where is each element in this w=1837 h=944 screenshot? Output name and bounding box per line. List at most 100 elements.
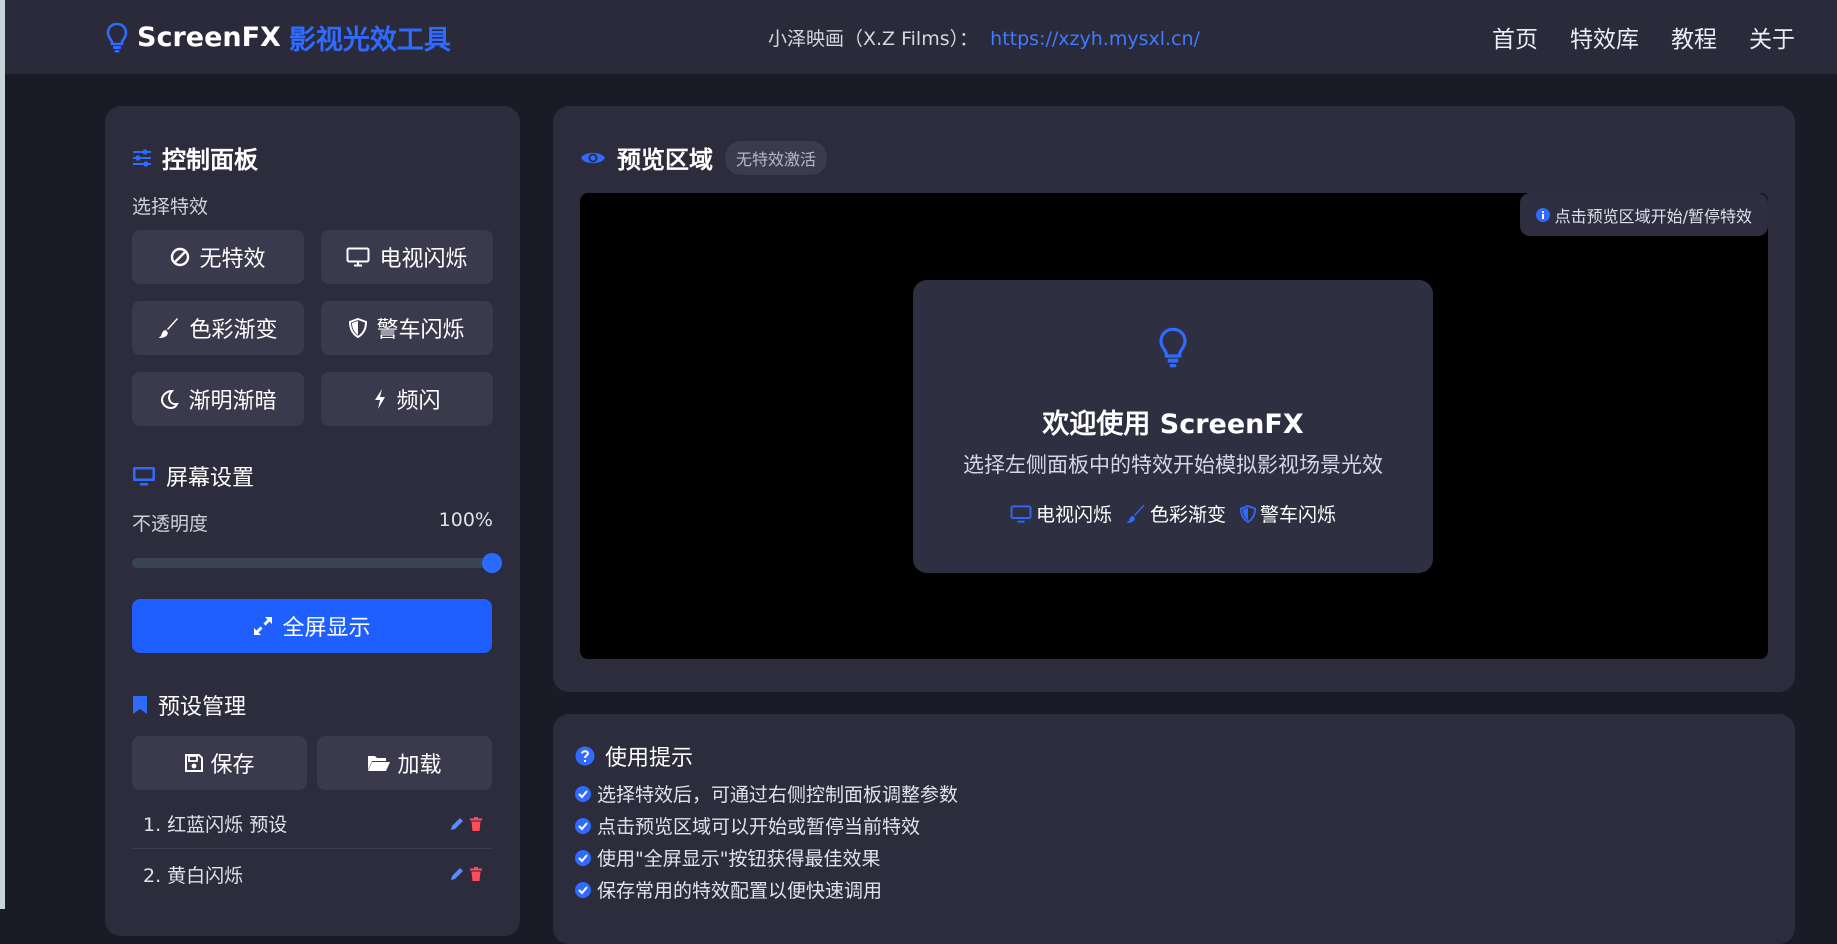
credit: 小泽映画（X.Z Films）： https://xzyh.mysxl.cn/ (768, 24, 1200, 51)
brush-icon (1126, 504, 1145, 523)
question-icon (575, 746, 595, 766)
check-circle-icon (575, 849, 591, 866)
effect-fade-label: 渐明渐暗 (188, 389, 277, 414)
tip-item: 使用"全屏显示"按钮获得最佳效果 (575, 844, 880, 871)
welcome-tag-tv: 电视闪烁 (1010, 500, 1112, 527)
effect-police-flash-button[interactable]: 警车闪烁 (321, 301, 493, 355)
preset-item-label: 2. 黄白闪烁 (143, 864, 244, 887)
brand-name: ScreenFX (137, 22, 281, 53)
main-nav: 首页 特效库 教程 关于 (1492, 20, 1795, 54)
window-edge (0, 0, 5, 909)
preview-title: 预览区域 无特效激活 (580, 140, 828, 175)
tip-item: 保存常用的特效配置以便快速调用 (575, 876, 882, 903)
sliders-icon (133, 149, 151, 166)
delete-icon[interactable] (470, 867, 482, 881)
effect-color-gradient-label: 色彩渐变 (189, 318, 278, 343)
opacity-slider-thumb[interactable] (482, 553, 502, 573)
welcome-tags: 电视闪烁 色彩渐变 警车闪烁 (913, 500, 1433, 527)
opacity-slider[interactable] (132, 553, 502, 573)
effect-none-button[interactable]: 无特效 (132, 230, 304, 284)
eye-icon (581, 152, 605, 163)
tips-panel: 使用提示 选择特效后，可通过右侧控制面板调整参数 点击预览区域可以开始或暂停当前… (553, 714, 1795, 944)
welcome-tag-label: 警车闪烁 (1260, 504, 1337, 526)
info-icon (1535, 207, 1550, 222)
preset-load-label: 加载 (397, 753, 442, 778)
credit-label: 小泽映画（X.Z Films）： (768, 28, 979, 50)
brand[interactable]: ScreenFX 影视光效工具 (105, 18, 451, 57)
screen-settings-heading: 屏幕设置 (166, 466, 255, 491)
welcome-tag-police: 警车闪烁 (1240, 500, 1336, 527)
monitor-icon (133, 467, 155, 486)
welcome-subtitle: 选择左侧面板中的特效开始模拟影视场景光效 (963, 453, 1383, 477)
tv-icon (1010, 504, 1032, 523)
ban-icon (171, 247, 190, 267)
preset-item[interactable]: 2. 黄白闪烁 (132, 849, 492, 899)
lightbulb-icon (106, 22, 128, 52)
preset-save-label: 保存 (210, 753, 255, 778)
opacity-value: 100% (438, 509, 493, 531)
shield-icon (1240, 504, 1256, 523)
preview-screen[interactable]: 点击预览区域开始/暂停特效 欢迎使用 ScreenFX 选择左侧面板中的特效开始… (580, 193, 1768, 659)
nav-home[interactable]: 首页 (1492, 20, 1538, 54)
shield-icon (349, 318, 368, 338)
tip-text: 使用"全屏显示"按钮获得最佳效果 (597, 848, 881, 870)
nav-about[interactable]: 关于 (1749, 20, 1795, 54)
tv-icon (346, 247, 370, 267)
lightbulb-icon (1159, 327, 1187, 368)
brand-subtitle: 影视光效工具 (288, 25, 451, 56)
effect-strobe-label: 频闪 (396, 389, 441, 414)
tip-item: 选择特效后，可通过右侧控制面板调整参数 (575, 780, 958, 807)
preset-item-actions (450, 816, 482, 831)
tip-text: 保存常用的特效配置以便快速调用 (597, 880, 883, 902)
fullscreen-label: 全屏显示 (282, 616, 371, 641)
save-icon (185, 754, 204, 772)
edit-icon[interactable] (450, 867, 464, 881)
tip-text: 点击预览区域可以开始或暂停当前特效 (597, 816, 921, 838)
credit-link[interactable]: https://xzyh.mysxl.cn/ (990, 28, 1200, 50)
delete-icon[interactable] (470, 816, 482, 831)
presets-heading: 预设管理 (158, 695, 247, 720)
preset-item-label: 1. 红蓝闪烁 预设 (143, 814, 288, 836)
effect-tv-flicker-button[interactable]: 电视闪烁 (321, 230, 493, 284)
welcome-title: 欢迎使用 ScreenFX (1042, 409, 1304, 440)
preset-item-actions (450, 867, 482, 881)
preview-hint-text: 点击预览区域开始/暂停特效 (1554, 206, 1752, 226)
effect-none-label: 无特效 (199, 247, 266, 272)
presets-title: 预设管理 (132, 689, 246, 721)
preset-save-button[interactable]: 保存 (132, 736, 307, 790)
edit-icon[interactable] (450, 817, 464, 831)
control-panel-title: 控制面板 (132, 140, 258, 175)
check-circle-icon (575, 817, 591, 834)
preview-heading: 预览区域 (617, 146, 713, 174)
effect-tv-flicker-label: 电视闪烁 (379, 247, 468, 272)
bolt-icon (375, 389, 386, 409)
control-panel-heading: 控制面板 (162, 146, 258, 174)
expand-icon (254, 617, 273, 635)
opacity-label: 不透明度 (132, 513, 209, 535)
nav-effects-library[interactable]: 特效库 (1570, 20, 1639, 54)
moon-icon (161, 389, 180, 409)
bookmark-icon (133, 696, 147, 714)
preset-item[interactable]: 1. 红蓝闪烁 预设 (132, 799, 492, 849)
welcome-card: 欢迎使用 ScreenFX 选择左侧面板中的特效开始模拟影视场景光效 电视闪烁 … (913, 280, 1433, 573)
effect-status-badge: 无特效激活 (725, 140, 828, 175)
fullscreen-button[interactable]: 全屏显示 (132, 599, 492, 653)
effect-color-gradient-button[interactable]: 色彩渐变 (132, 301, 304, 355)
screen-settings-title: 屏幕设置 (132, 460, 254, 492)
welcome-tag-label: 色彩渐变 (1149, 504, 1226, 526)
preset-load-button[interactable]: 加载 (317, 736, 492, 790)
control-panel: 控制面板 选择特效 无特效 电视闪烁 色彩渐变 警车闪烁 渐明渐暗 频闪 屏幕设… (105, 106, 520, 936)
effect-strobe-button[interactable]: 频闪 (321, 372, 493, 426)
effect-police-flash-label: 警车闪烁 (376, 318, 465, 343)
check-circle-icon (575, 881, 591, 898)
brush-icon (159, 318, 179, 338)
effect-fade-button[interactable]: 渐明渐暗 (132, 372, 304, 426)
check-circle-icon (575, 785, 591, 802)
top-header: ScreenFX 影视光效工具 小泽映画（X.Z Films）： https:/… (5, 0, 1837, 74)
welcome-tag-label: 电视闪烁 (1035, 504, 1112, 526)
tips-title: 使用提示 (575, 740, 693, 772)
nav-tutorials[interactable]: 教程 (1671, 20, 1717, 54)
tip-item: 点击预览区域可以开始或暂停当前特效 (575, 812, 920, 839)
preview-hint: 点击预览区域开始/暂停特效 (1519, 193, 1768, 236)
tips-heading: 使用提示 (605, 746, 694, 771)
